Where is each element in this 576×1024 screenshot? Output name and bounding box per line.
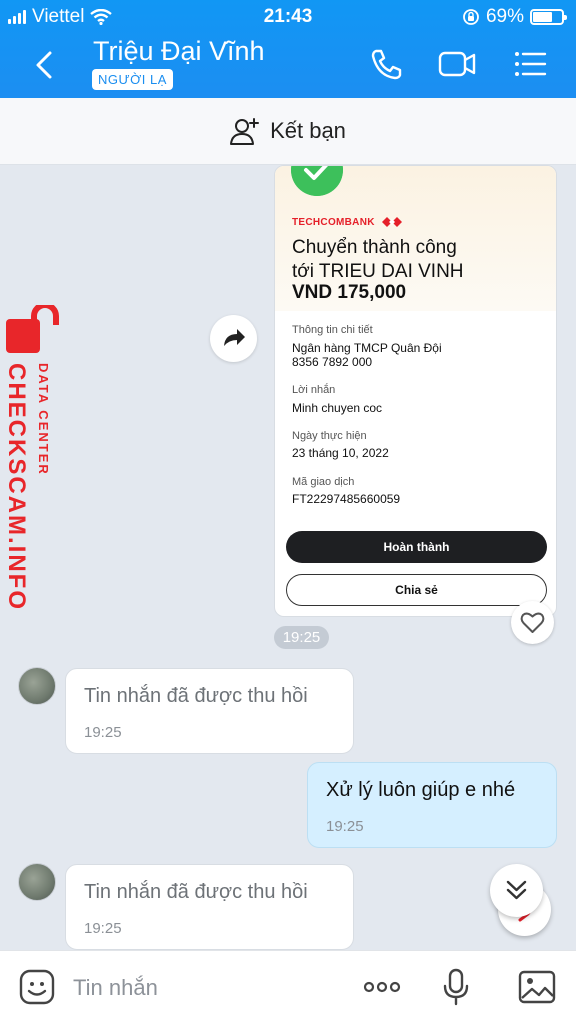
transaction-id: FT22297485660059 — [292, 492, 401, 506]
watermark-main-text: CHECKSCAM.INFO — [3, 363, 30, 611]
transfer-message: Minh chuyen coc — [292, 401, 383, 415]
receipt-amount: VND 175,000 — [292, 282, 407, 303]
message-input[interactable]: Tin nhắn — [73, 975, 158, 1001]
chat-header: Viettel 21:43 69% Triệu Đại Vĩnh NGƯỜI L… — [0, 0, 576, 98]
add-friend-icon — [230, 118, 260, 145]
status-bar: Viettel 21:43 69% — [0, 0, 576, 32]
message-label: Lời nhắn — [292, 384, 336, 396]
stranger-badge: NGƯỜI LẠ — [92, 69, 173, 90]
react-heart-button[interactable] — [511, 601, 554, 644]
contact-name[interactable]: Triệu Đại Vĩnh — [93, 36, 265, 67]
menu-list-icon[interactable] — [510, 46, 550, 82]
message-bubble-recalled[interactable]: Tin nhắn đã được thu hồi 19:25 — [65, 864, 354, 950]
message-time: 19:25 — [326, 818, 364, 835]
add-friend-bar[interactable]: Kết bạn — [0, 98, 576, 165]
message-bubble-recalled[interactable]: Tin nhắn đã được thu hồi 19:25 — [65, 668, 354, 754]
phone-call-icon[interactable] — [366, 46, 406, 82]
avatar[interactable] — [18, 667, 56, 705]
more-options-icon[interactable] — [362, 967, 402, 1007]
transfer-date: 23 tháng 10, 2022 — [292, 446, 389, 460]
message-text: Tin nhắn đã được thu hồi — [84, 881, 308, 903]
battery-icon — [530, 9, 567, 25]
receipt-title: Chuyển thành công tới TRIEU DAI VINH — [292, 236, 464, 284]
image-gallery-icon[interactable] — [517, 967, 557, 1007]
txn-label: Mã giao dịch — [292, 476, 355, 488]
transfer-receipt-image[interactable]: TECHCOMBANK Chuyển thành công tới TRIEU … — [274, 165, 557, 617]
watermark: CHECKSCAM.INFO DATA CENTER — [0, 305, 70, 611]
date-label: Ngày thực hiện — [292, 430, 367, 442]
sticker-icon[interactable] — [17, 967, 57, 1007]
microphone-icon[interactable] — [436, 967, 476, 1007]
message-time: 19:25 — [84, 920, 122, 937]
message-list[interactable]: TECHCOMBANK Chuyển thành công tới TRIEU … — [0, 165, 576, 950]
message-bubble-outgoing[interactable]: Xử lý luôn giúp e nhé 19:25 — [307, 762, 557, 848]
forward-icon — [224, 329, 245, 346]
battery-fill — [533, 12, 553, 22]
receipt-share-button: Chia sẻ — [286, 574, 547, 606]
status-right: 69% — [462, 6, 567, 28]
video-call-icon[interactable] — [437, 46, 477, 82]
add-friend-label: Kết bạn — [270, 118, 346, 143]
message-input-bar: Tin nhắn — [0, 950, 576, 1024]
forward-button[interactable] — [210, 315, 257, 362]
message-text: Tin nhắn đã được thu hồi — [84, 685, 308, 707]
bank-brand-name: TECHCOMBANK — [292, 216, 375, 228]
receipt-title-line1: Chuyển thành công — [292, 237, 457, 258]
message-text: Xử lý luôn giúp e nhé — [326, 779, 516, 801]
watermark-sub-text: DATA CENTER — [36, 363, 51, 476]
receiver-account: 8356 7892 000 — [292, 355, 373, 369]
battery-percent: 69% — [485, 6, 524, 27]
techcombank-logo-icon — [381, 217, 402, 227]
receipt-time: 19:25 — [274, 626, 329, 649]
rotation-lock-icon — [463, 9, 479, 25]
receipt-done-button: Hoàn thành — [286, 531, 547, 563]
back-icon[interactable] — [30, 48, 60, 82]
padlock-icon — [6, 305, 59, 353]
heart-icon — [520, 612, 545, 633]
bank-brand: TECHCOMBANK — [292, 216, 403, 228]
receipt-title-line2: tới TRIEU DAI VINH — [292, 261, 464, 282]
avatar[interactable] — [18, 863, 56, 901]
details-label: Thông tin chi tiết — [292, 324, 373, 336]
message-time: 19:25 — [84, 724, 122, 741]
receiver-bank: Ngân hàng TMCP Quân Đội — [292, 341, 442, 355]
scroll-to-bottom-button[interactable] — [490, 864, 543, 917]
double-chevron-down-icon — [506, 880, 527, 900]
